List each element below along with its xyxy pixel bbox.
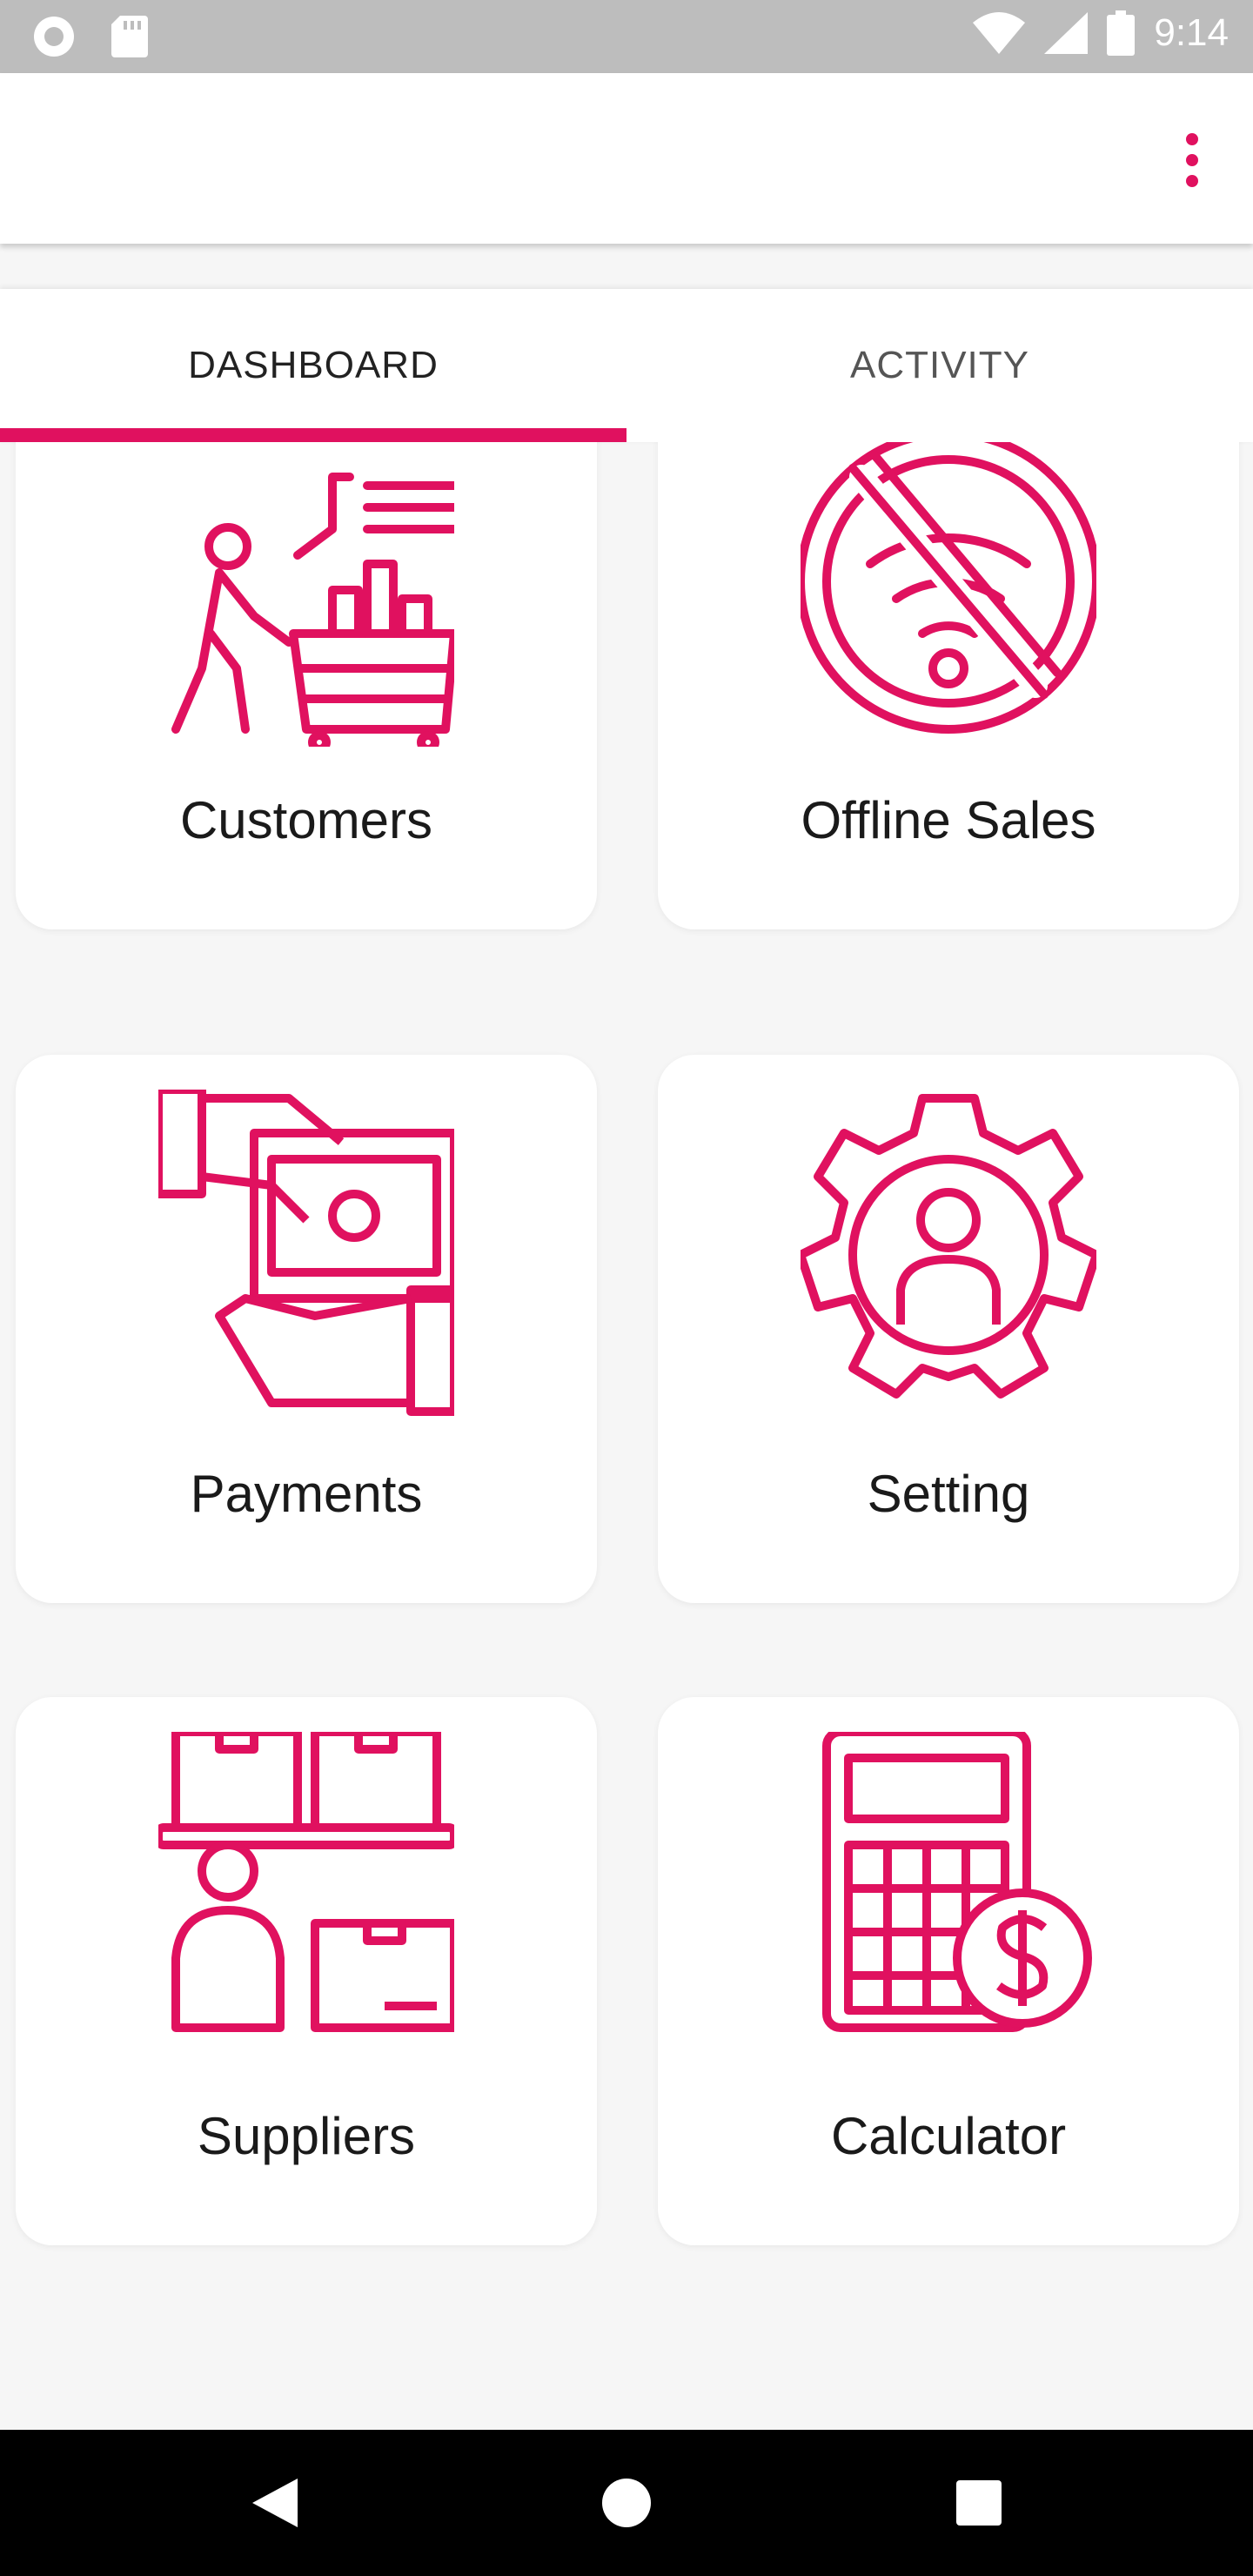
status-bar: 9:14 bbox=[0, 0, 1253, 73]
card-label: Suppliers bbox=[197, 2107, 416, 2165]
setting-card[interactable]: Setting bbox=[658, 1055, 1239, 1603]
back-button[interactable] bbox=[240, 2468, 310, 2538]
app-bar bbox=[0, 73, 1253, 244]
card-label: Offline Sales bbox=[801, 791, 1096, 849]
dashboard-grid: Customers Offline Sales Payments Setting… bbox=[0, 442, 1253, 2430]
card-label: Setting bbox=[867, 1465, 1030, 1523]
home-button[interactable] bbox=[592, 2468, 661, 2538]
offline-sales-card[interactable]: Offline Sales bbox=[658, 442, 1239, 929]
navigation-bar bbox=[0, 2430, 1253, 2576]
signal-icon bbox=[1044, 12, 1089, 54]
tab-activity[interactable]: ACTIVITY bbox=[626, 289, 1253, 442]
card-label: Calculator bbox=[830, 2107, 1067, 2165]
home-icon bbox=[602, 2479, 651, 2527]
tab-label: DASHBOARD bbox=[188, 344, 439, 386]
payment-hand-money-icon bbox=[158, 1090, 454, 1416]
more-vert-icon bbox=[1186, 133, 1198, 187]
no-wifi-icon bbox=[801, 442, 1096, 734]
shopping-cart-person-icon bbox=[171, 473, 454, 747]
tab-dashboard[interactable]: DASHBOARD bbox=[0, 289, 626, 442]
battery-icon bbox=[1107, 10, 1136, 56]
sd-card-icon bbox=[111, 16, 148, 57]
calculator-card[interactable]: Calculator bbox=[658, 1697, 1239, 2245]
wifi-icon bbox=[973, 12, 1026, 54]
tab-bar: DASHBOARD ACTIVITY bbox=[0, 289, 1253, 442]
active-tab-indicator bbox=[0, 428, 626, 442]
suppliers-card[interactable]: Suppliers bbox=[16, 1697, 597, 2245]
back-icon bbox=[252, 2479, 298, 2527]
card-label: Customers bbox=[179, 791, 433, 849]
recents-icon bbox=[956, 2480, 1002, 2526]
recents-button[interactable] bbox=[944, 2468, 1014, 2538]
calculator-dollar-icon bbox=[822, 1732, 1092, 2032]
tab-label: ACTIVITY bbox=[849, 344, 1030, 386]
more-options-button[interactable] bbox=[1166, 125, 1218, 195]
card-label: Payments bbox=[190, 1465, 423, 1523]
supplier-boxes-icon bbox=[158, 1732, 454, 2032]
gear-person-icon bbox=[801, 1094, 1096, 1399]
customers-card[interactable]: Customers bbox=[16, 442, 597, 929]
record-icon bbox=[34, 17, 74, 57]
status-time: 9:14 bbox=[1154, 11, 1229, 54]
payments-card[interactable]: Payments bbox=[16, 1055, 597, 1603]
